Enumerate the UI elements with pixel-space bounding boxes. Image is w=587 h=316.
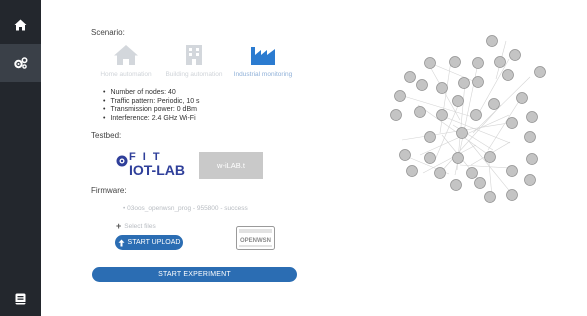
openwsn-logo-text: OPENWSN: [240, 238, 271, 244]
graph-node: [449, 56, 461, 68]
sidebar-settings-button[interactable]: [0, 44, 41, 82]
graph-node: [472, 76, 484, 88]
detail-traffic: Traffic pattern: Periodic, 10 s: [103, 98, 199, 107]
testbed-label: Testbed:: [91, 131, 122, 140]
graph-node: [472, 57, 484, 69]
graph-node: [399, 149, 411, 161]
sidebar-docs-button[interactable]: [0, 280, 41, 316]
home-icon: [14, 19, 27, 31]
graph-node: [486, 35, 498, 47]
start-experiment-button[interactable]: START EXPERIMENT: [92, 267, 297, 282]
graph-node: [506, 117, 518, 129]
graph-node: [424, 131, 436, 143]
detail-interference: Interference: 2.4 GHz Wi-Fi: [103, 115, 200, 124]
firmware-label: Firmware:: [91, 186, 127, 195]
graph-node: [484, 191, 496, 203]
plus-icon: +: [116, 221, 122, 231]
graph-node: [452, 152, 464, 164]
graph-node: [506, 189, 518, 201]
graph-node: [524, 174, 536, 186]
graph-node: [526, 111, 538, 123]
graph-node: [516, 92, 528, 104]
graph-node: [506, 165, 518, 177]
fit-iotlab-logo[interactable]: F I T IOT-LAB: [115, 152, 187, 179]
graph-node: [484, 151, 496, 163]
graph-node: [424, 152, 436, 164]
app-root: Scenario: Home automation Building autom…: [0, 0, 587, 316]
graph-node: [509, 49, 521, 61]
graph-node: [452, 95, 464, 107]
industry-icon: [251, 47, 275, 65]
graph-node: [436, 109, 448, 121]
graph-node: [494, 56, 506, 68]
wilab-label: w-iLAB.t: [217, 161, 245, 170]
graph-node: [414, 106, 426, 118]
building-icon: [186, 45, 202, 65]
graph-node: [416, 79, 428, 91]
graph-node: [450, 179, 462, 191]
graph-node: [466, 167, 478, 179]
openwsn-logo: OPENWSN: [236, 226, 275, 250]
graph-node: [526, 153, 538, 165]
arrow-up-icon: [118, 239, 125, 246]
graph-node: [470, 109, 482, 121]
graph-node: [434, 167, 446, 179]
graph-node: [436, 82, 448, 94]
scenario-building-automation[interactable]: Building automation: [155, 44, 233, 78]
scenario-caption: Building automation: [165, 71, 223, 78]
graph-node: [424, 57, 436, 69]
graph-node: [534, 66, 546, 78]
upload-label: START UPLOAD: [127, 239, 181, 246]
graph-node: [390, 109, 402, 121]
graph-node: [394, 90, 406, 102]
fit-logo-mark: [116, 155, 128, 167]
start-upload-button[interactable]: START UPLOAD: [115, 235, 183, 250]
scenario-label: Scenario:: [91, 28, 125, 37]
cogs-icon: [13, 57, 28, 69]
sidebar: [0, 0, 41, 316]
scenario-home-automation[interactable]: Home automation: [87, 44, 165, 78]
home-icon: [114, 45, 138, 65]
sidebar-home-button[interactable]: [0, 6, 41, 44]
scenario-caption: Industrial monitoring: [233, 71, 293, 78]
graph-node: [488, 98, 500, 110]
graph-nodes: [390, 35, 546, 203]
firmware-file-name: 03oos_openwsn_prog - 955800 - success: [127, 205, 248, 212]
detail-power: Transmission power: 0 dBm: [103, 106, 200, 115]
firmware-file-item: • 03oos_openwsn_prog - 955800 - success: [123, 205, 248, 212]
graph-node: [406, 165, 418, 177]
network-topology-graph: [390, 35, 546, 203]
graph-node: [524, 131, 536, 143]
book-icon: [15, 293, 26, 305]
graph-node: [456, 127, 468, 139]
select-files-link[interactable]: + Select files: [116, 221, 156, 231]
scenario-caption: Home automation: [100, 71, 152, 78]
detail-nodes: Number of nodes: 40: [103, 89, 200, 98]
select-files-label: Select files: [124, 222, 156, 230]
graph-node: [502, 69, 514, 81]
scenario-details: Number of nodes: 40 Traffic pattern: Per…: [103, 89, 200, 124]
wilab-testbed-button[interactable]: w-iLAB.t: [199, 152, 263, 179]
fit-logo-bottom: IOT-LAB: [129, 162, 185, 178]
start-experiment-label: START EXPERIMENT: [158, 271, 231, 278]
graph-node: [474, 177, 486, 189]
graph-node: [404, 71, 416, 83]
scenario-industrial-monitoring[interactable]: Industrial monitoring: [224, 44, 302, 78]
graph-node: [458, 77, 470, 89]
